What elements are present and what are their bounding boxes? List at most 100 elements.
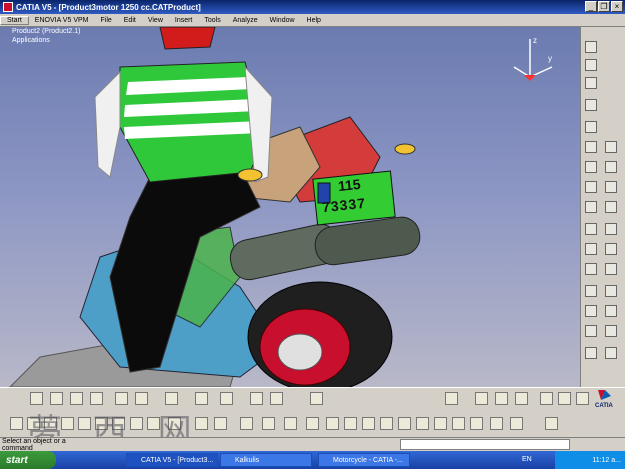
update-icon[interactable] bbox=[605, 263, 617, 275]
manipulate-icon[interactable] bbox=[585, 181, 597, 193]
start-button[interactable]: start bbox=[0, 451, 56, 469]
link-icon[interactable] bbox=[262, 417, 275, 430]
bom-icon[interactable] bbox=[585, 305, 597, 317]
zoom-in-icon[interactable] bbox=[398, 417, 411, 430]
normal-view-icon[interactable] bbox=[434, 417, 447, 430]
rider-helmet bbox=[159, 27, 216, 50]
iso-view-icon[interactable] bbox=[452, 417, 465, 430]
right-indicator bbox=[394, 143, 416, 155]
assembly-icon[interactable] bbox=[585, 161, 597, 173]
fit-all-icon[interactable] bbox=[344, 417, 357, 430]
menu-analyze[interactable]: Analyze bbox=[227, 17, 264, 24]
3d-viewport[interactable]: Product2 (Product2.1) Applications z y 1… bbox=[0, 27, 580, 387]
restore-button[interactable]: ❐ bbox=[598, 1, 610, 12]
menu-insert[interactable]: Insert bbox=[169, 17, 199, 24]
swap-icon[interactable] bbox=[475, 392, 488, 405]
window-controls: _ ❐ × bbox=[585, 1, 623, 12]
explode-icon[interactable] bbox=[605, 181, 617, 193]
scene-icon[interactable] bbox=[605, 305, 617, 317]
menu-file[interactable]: File bbox=[94, 17, 117, 24]
task-kalkulis-label: Kalkulis bbox=[235, 456, 260, 464]
command-input[interactable] bbox=[400, 439, 570, 450]
compass-icon: z y bbox=[513, 36, 553, 81]
task-kalkulis[interactable]: Kalkulis bbox=[220, 453, 312, 467]
menu-view[interactable]: View bbox=[142, 17, 169, 24]
select-tool-icon[interactable] bbox=[585, 41, 597, 53]
svg-text:CATIA: CATIA bbox=[595, 403, 614, 408]
render-style-icon[interactable] bbox=[470, 417, 483, 430]
clock: 11:12 a... bbox=[592, 456, 621, 464]
render-icon[interactable] bbox=[605, 347, 617, 359]
task-motorcycle-label: Motorcycle - CATIA -... bbox=[333, 456, 403, 464]
task-catia[interactable]: CATIA V5 - [Product3... bbox=[126, 453, 218, 467]
zoom-tool-icon[interactable] bbox=[585, 99, 597, 111]
window-title: CATIA V5 - [Product3motor 1250 cc.CATPro… bbox=[16, 2, 201, 12]
catia-app-icon bbox=[3, 2, 13, 12]
angle-icon[interactable] bbox=[585, 263, 597, 275]
cut-icon[interactable] bbox=[540, 392, 553, 405]
right-toolbar bbox=[580, 27, 625, 387]
knowledge-icon[interactable] bbox=[306, 417, 319, 430]
pan-tool-icon[interactable] bbox=[585, 59, 597, 71]
menu-enovia[interactable]: ENOVIA V5 VPM bbox=[29, 17, 95, 24]
weld-icon[interactable] bbox=[605, 325, 617, 337]
snap-icon[interactable] bbox=[605, 141, 617, 153]
language-indicator[interactable]: EN bbox=[522, 456, 532, 463]
swap-space-icon[interactable] bbox=[510, 417, 523, 430]
offset-icon[interactable] bbox=[605, 243, 617, 255]
rotate-tool-icon[interactable] bbox=[585, 77, 597, 89]
component-icon[interactable] bbox=[605, 161, 617, 173]
contact-icon[interactable] bbox=[585, 243, 597, 255]
menu-edit[interactable]: Edit bbox=[118, 17, 142, 24]
new-icon[interactable] bbox=[10, 417, 23, 430]
constraint-icon[interactable] bbox=[585, 121, 597, 133]
measure-icon[interactable] bbox=[585, 141, 597, 153]
grid-icon[interactable] bbox=[445, 392, 458, 405]
fix-icon[interactable] bbox=[585, 223, 597, 235]
coincidence-icon[interactable] bbox=[605, 223, 617, 235]
rotate-icon[interactable] bbox=[380, 417, 393, 430]
rider-left-arm bbox=[94, 70, 121, 178]
annotation-icon[interactable] bbox=[585, 325, 597, 337]
close-button[interactable]: × bbox=[611, 1, 623, 12]
formula-icon[interactable] bbox=[250, 392, 263, 405]
rear-hub bbox=[277, 333, 323, 371]
minimize-button[interactable]: _ bbox=[585, 1, 597, 12]
menu-bar: Start ENOVIA V5 VPM File Edit View Inser… bbox=[0, 14, 625, 27]
svg-text:y: y bbox=[548, 54, 552, 63]
bookmark-icon[interactable] bbox=[310, 392, 323, 405]
move-icon[interactable] bbox=[495, 392, 508, 405]
start-label: start bbox=[6, 454, 28, 466]
pan-icon[interactable] bbox=[362, 417, 375, 430]
task-catia-label: CATIA V5 - [Product3... bbox=[141, 456, 214, 464]
system-tray: 11:12 a... bbox=[555, 451, 625, 469]
title-bar: CATIA V5 - [Product3motor 1250 cc.CATPro… bbox=[0, 0, 625, 14]
status-prompt: Select an object or a command bbox=[2, 437, 66, 452]
pattern-icon[interactable] bbox=[585, 285, 597, 297]
snap-assembly-icon[interactable] bbox=[515, 392, 528, 405]
section-icon[interactable] bbox=[605, 201, 617, 213]
zoom-out-icon[interactable] bbox=[416, 417, 429, 430]
copy-icon[interactable] bbox=[558, 392, 571, 405]
law-icon[interactable] bbox=[270, 392, 283, 405]
analysis-icon[interactable] bbox=[220, 392, 233, 405]
clash-icon[interactable] bbox=[585, 201, 597, 213]
task-motorcycle[interactable]: Motorcycle - CATIA -... bbox=[318, 453, 410, 467]
menu-start[interactable]: Start bbox=[0, 15, 29, 25]
catalog-browser-icon[interactable] bbox=[284, 417, 297, 430]
menu-tools[interactable]: Tools bbox=[198, 17, 226, 24]
comment-icon[interactable] bbox=[214, 417, 227, 430]
hide-show-icon[interactable] bbox=[490, 417, 503, 430]
catia-logo: CATIA bbox=[595, 390, 614, 408]
fly-mode-icon[interactable] bbox=[326, 417, 339, 430]
view-icon[interactable] bbox=[585, 347, 597, 359]
left-indicator bbox=[237, 168, 263, 182]
svg-text:z: z bbox=[533, 36, 537, 45]
camera-icon[interactable] bbox=[545, 417, 558, 430]
publication-icon[interactable] bbox=[240, 417, 253, 430]
menu-help[interactable]: Help bbox=[301, 17, 327, 24]
motorcycle-model: z y bbox=[9, 27, 553, 387]
catalog-icon[interactable] bbox=[605, 285, 617, 297]
menu-window[interactable]: Window bbox=[264, 17, 301, 24]
paste-icon[interactable] bbox=[576, 392, 589, 405]
